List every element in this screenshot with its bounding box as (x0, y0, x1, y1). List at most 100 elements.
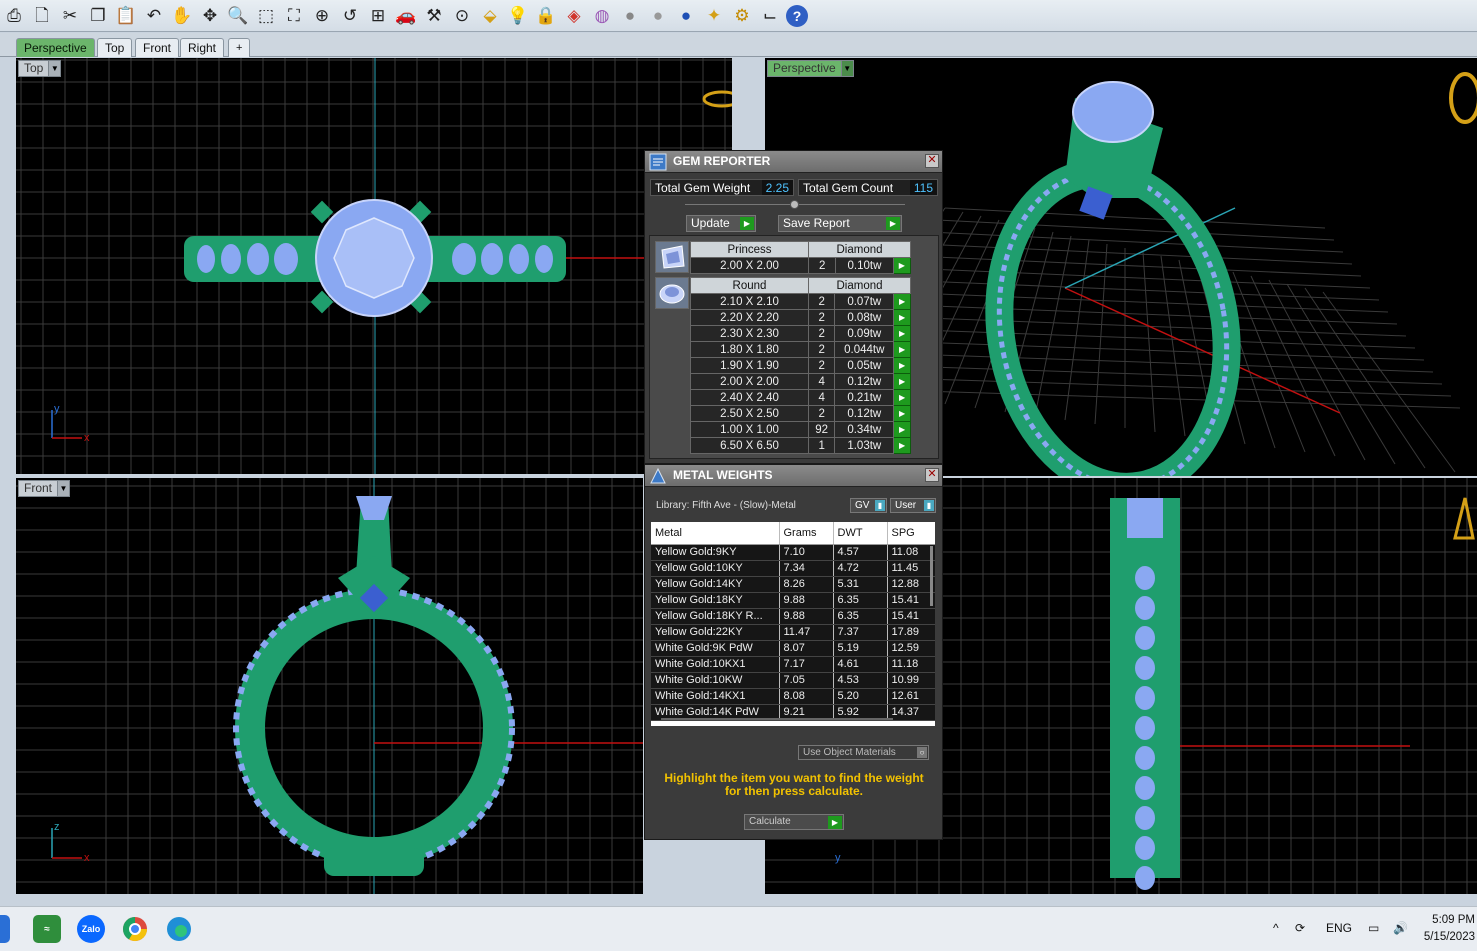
table-row[interactable]: Yellow Gold:18KY 9.88 6.35 15.41 (651, 592, 935, 609)
zoom-extents-icon[interactable]: ⛶ (282, 3, 306, 29)
paste-icon[interactable]: 📋 (114, 3, 138, 29)
play-arrow-icon[interactable]: ▶ (893, 405, 911, 422)
app-green-icon[interactable]: ≈ (33, 915, 61, 943)
pan-hand-icon[interactable]: ✋ (170, 3, 194, 29)
use-object-materials-toggle[interactable]: Use Object Materials ○ (798, 745, 929, 760)
play-arrow-icon[interactable]: ▶ (893, 309, 911, 326)
viewport-front-label[interactable]: Front ▼ (18, 480, 71, 497)
viewport-front[interactable]: z x Front ▼ (16, 478, 643, 894)
user-toggle[interactable]: User ▮ (890, 498, 936, 513)
clock[interactable]: 5:09 PM 5/15/2023 (1420, 912, 1475, 946)
chevron-down-icon[interactable]: ▼ (57, 481, 70, 496)
light-bulb-icon[interactable]: 💡 (506, 3, 530, 29)
gem-reporter-titlebar[interactable]: GEM REPORTER ✕ (645, 151, 942, 173)
tab-top[interactable]: Top (97, 38, 133, 57)
play-arrow-icon[interactable]: ▶ (893, 325, 911, 342)
gem-row[interactable]: 2.10 X 2.10 2 0.07tw ▶ (690, 293, 911, 310)
gem-row[interactable]: 2.50 X 2.50 2 0.12tw ▶ (690, 405, 911, 422)
gem-row[interactable]: 6.50 X 6.50 1 1.03tw ▶ (690, 437, 911, 454)
play-arrow-icon[interactable]: ▶ (893, 373, 911, 390)
language-indicator[interactable]: ENG (1326, 921, 1352, 935)
play-arrow-icon[interactable]: ▶ (892, 257, 912, 274)
close-icon[interactable]: ✕ (925, 154, 939, 168)
viewport-top-label[interactable]: Top ▼ (18, 60, 62, 77)
gem-row[interactable]: 1.80 X 1.80 2 0.044tw ▶ (690, 341, 911, 358)
play-arrow-icon[interactable]: ▶ (893, 293, 911, 310)
new-file-icon[interactable]: 🗋 (30, 3, 54, 29)
undo-view-icon[interactable]: ↺ (338, 3, 362, 29)
gem-row[interactable]: 1.00 X 1.00 92 0.34tw ▶ (690, 421, 911, 438)
play-arrow-icon[interactable]: ▶ (893, 357, 911, 374)
tools-icon[interactable]: ⚒ (422, 3, 446, 29)
chrome-icon[interactable] (121, 915, 149, 943)
undo-icon[interactable]: ↶ (142, 3, 166, 29)
table-vertical-scrollbar[interactable] (930, 546, 933, 606)
gem-row[interactable]: 2.40 X 2.40 4 0.21tw ▶ (690, 389, 911, 406)
table-horizontal-scrollbar[interactable] (661, 718, 893, 720)
table-row[interactable]: White Gold:9K PdW 8.07 5.19 12.59 (651, 640, 935, 657)
cut-icon[interactable]: ✂ (58, 3, 82, 29)
zoom-icon[interactable]: 🔍 (226, 3, 250, 29)
gem-row[interactable]: 2.00 X 2.00 2 0.10tw ▶ (690, 257, 912, 274)
column-header-metal[interactable]: Metal (651, 522, 780, 545)
rendered-sphere-icon[interactable]: ● (674, 3, 698, 29)
column-header-spg[interactable]: SPG (887, 522, 935, 545)
column-header-grams[interactable]: Grams (779, 522, 834, 545)
table-row[interactable]: Yellow Gold:22KY 11.47 7.37 17.89 (651, 624, 935, 641)
calculate-button[interactable]: Calculate ▶ (744, 814, 844, 830)
gem-row[interactable]: 2.00 X 2.00 4 0.12tw ▶ (690, 373, 911, 390)
copy-icon[interactable]: ❐ (86, 3, 110, 29)
save-report-button[interactable]: Save Report ▶ (778, 215, 902, 232)
gv-toggle[interactable]: GV ▮ (850, 498, 887, 513)
viewport-perspective-label[interactable]: Perspective ▼ (767, 60, 854, 77)
lock-icon[interactable]: 🔒 (534, 3, 558, 29)
car-icon[interactable]: 🚗 (394, 3, 418, 29)
table-row[interactable]: Yellow Gold:10KY 7.34 4.72 11.45 (651, 560, 935, 577)
zalo-icon[interactable]: Zalo (77, 915, 105, 943)
table-row[interactable]: Yellow Gold:18KY R... 9.88 6.35 15.41 (651, 608, 935, 625)
play-arrow-icon[interactable]: ▶ (893, 421, 911, 438)
layers-icon[interactable]: ◈ (562, 3, 586, 29)
object-snap-icon[interactable]: ⬙ (478, 3, 502, 29)
snap-icon[interactable]: ⊙ (450, 3, 474, 29)
gem-row[interactable]: 2.30 X 2.30 2 0.09tw ▶ (690, 325, 911, 342)
settings-gear-icon[interactable]: ⚙ (730, 3, 754, 29)
gem-row[interactable]: 2.20 X 2.20 2 0.08tw ▶ (690, 309, 911, 326)
wireframe-sphere-icon[interactable]: ● (618, 3, 642, 29)
play-arrow-icon[interactable]: ▶ (893, 389, 911, 406)
update-button[interactable]: Update ▶ (686, 215, 756, 232)
volume-icon[interactable]: 🔊 (1393, 921, 1408, 935)
splitter-handle-icon[interactable] (790, 200, 799, 209)
metal-weights-titlebar[interactable]: METAL WEIGHTS ✕ (645, 465, 942, 487)
start-icon[interactable] (0, 915, 10, 943)
tab-right[interactable]: Right (180, 38, 225, 57)
grid-layout-icon[interactable]: ⊞ (366, 3, 390, 29)
play-arrow-icon[interactable]: ▶ (893, 437, 911, 454)
gem-row[interactable]: 1.90 X 1.90 2 0.05tw ▶ (690, 357, 911, 374)
viewport-top[interactable]: y x Top ▼ (16, 58, 732, 474)
zoom-window-icon[interactable]: ⬚ (254, 3, 278, 29)
chevron-down-icon[interactable]: ▼ (48, 61, 61, 76)
spotlight-icon[interactable]: ✦ (702, 3, 726, 29)
tab-front[interactable]: Front (135, 38, 180, 57)
tab-perspective[interactable]: Perspective (16, 38, 95, 57)
table-row[interactable]: White Gold:10KW 7.05 4.53 10.99 (651, 672, 935, 689)
table-row[interactable]: Yellow Gold:9KY 7.10 4.57 11.08 (651, 544, 935, 561)
column-header-dwt[interactable]: DWT (833, 522, 888, 545)
chevron-up-icon[interactable]: ^ (1273, 921, 1279, 935)
play-arrow-icon[interactable]: ▶ (893, 341, 911, 358)
rotate-icon[interactable]: ✥ (198, 3, 222, 29)
table-row[interactable]: White Gold:14KX1 8.08 5.20 12.61 (651, 688, 935, 705)
dimension-icon[interactable]: ⌙ (758, 3, 782, 29)
help-icon[interactable]: ? (786, 4, 808, 27)
zoom-selected-icon[interactable]: ⊕ (310, 3, 334, 29)
table-row[interactable]: Yellow Gold:14KY 8.26 5.31 12.88 (651, 576, 935, 593)
close-icon[interactable]: ✕ (925, 468, 939, 482)
table-row[interactable]: White Gold:10KX1 7.17 4.61 11.18 (651, 656, 935, 673)
network-icon[interactable]: ▭ (1368, 921, 1379, 935)
sync-icon[interactable]: ⟳ (1295, 921, 1305, 935)
chevron-down-icon[interactable]: ▼ (840, 61, 853, 76)
tab-add[interactable]: + (228, 38, 251, 57)
print-icon[interactable]: ⎙ (2, 3, 26, 29)
shaded-sphere-icon[interactable]: ● (646, 3, 670, 29)
